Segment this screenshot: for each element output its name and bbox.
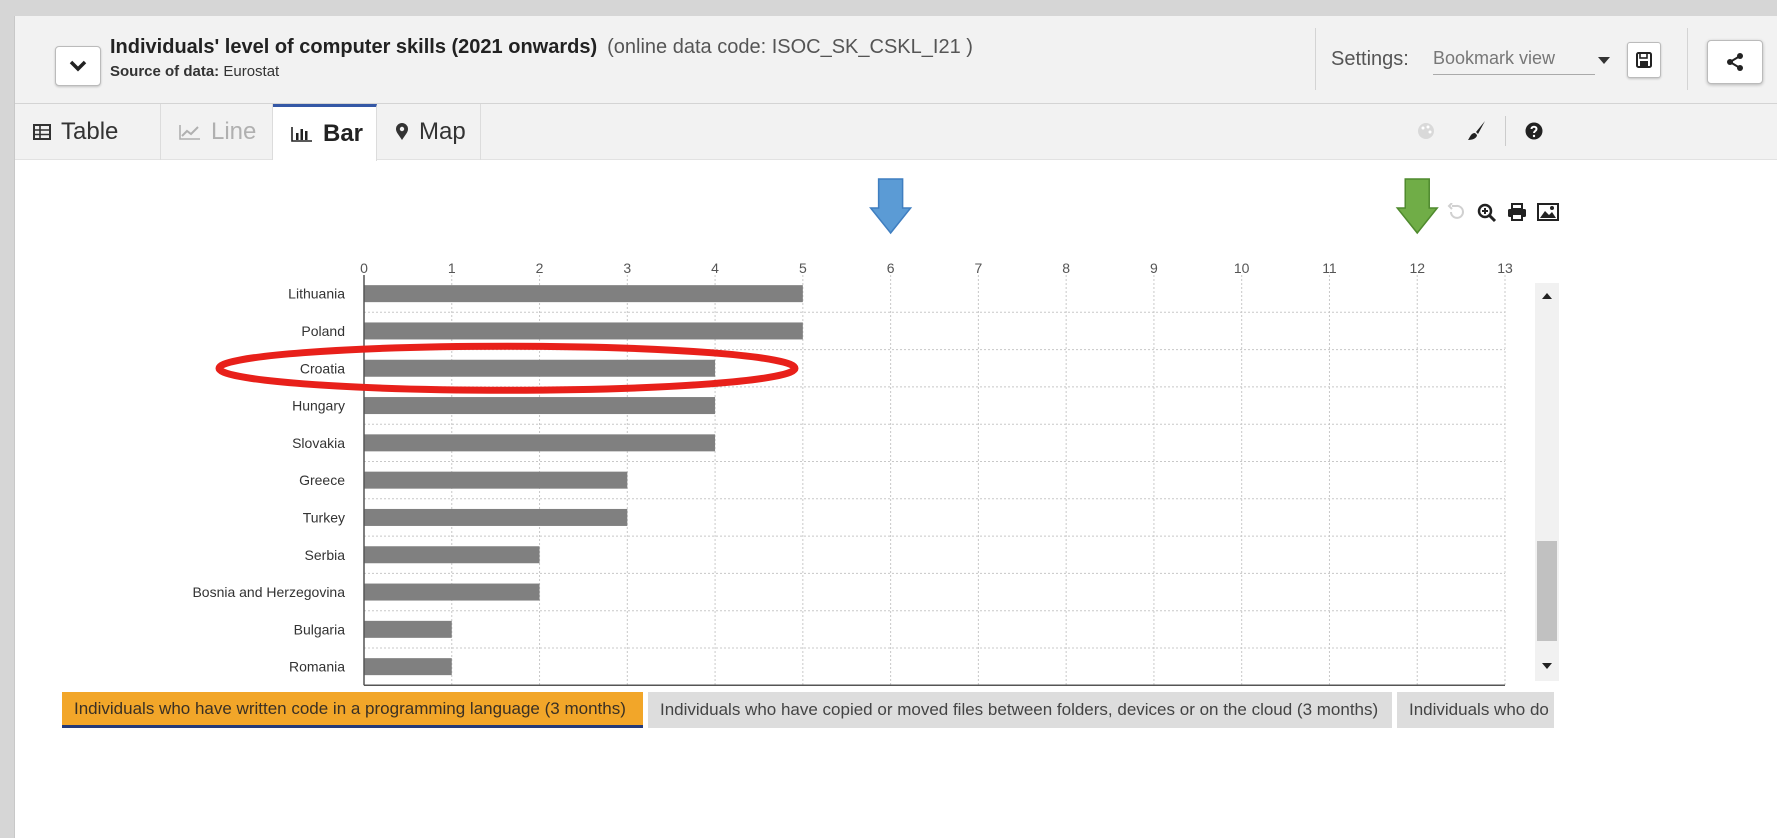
x-tick-label: 4 [711, 260, 719, 276]
tab-bar[interactable]: Bar [273, 104, 377, 161]
dataset-code: (online data code: ISOC_SK_CSKL_I21 ) [607, 36, 973, 58]
scroll-up-arrow[interactable] [1535, 291, 1559, 307]
x-tick-label: 1 [448, 260, 456, 276]
blue-arrow-annotation [869, 178, 913, 235]
bar[interactable] [364, 471, 628, 489]
bar[interactable] [364, 285, 803, 303]
image-download-icon[interactable] [1537, 203, 1559, 226]
x-tick-label: 11 [1322, 260, 1337, 276]
tab-label: Bar [323, 120, 364, 147]
x-tick-label: 3 [623, 260, 631, 276]
tab-label: Line [211, 118, 257, 145]
x-tick-label: 13 [1497, 260, 1513, 276]
series-tab-copied-files[interactable]: Individuals who have copied or moved fil… [648, 692, 1392, 728]
dataset-title-line: Individuals' level of computer skills (2… [110, 36, 973, 59]
bar[interactable] [364, 620, 452, 638]
category-label: Lithuania [288, 286, 345, 302]
dataset-header: Individuals' level of computer skills (2… [15, 16, 1777, 104]
collapse-button[interactable] [55, 46, 101, 86]
x-tick-label: 7 [974, 260, 982, 276]
series-tabs: Individuals who have written code in a p… [15, 692, 1777, 738]
category-label: Bulgaria [294, 621, 346, 637]
bar[interactable] [364, 658, 452, 676]
line-chart-icon [179, 124, 201, 140]
tab-table[interactable]: Table [15, 104, 161, 160]
chart-scrollbar[interactable] [1535, 283, 1559, 681]
series-tab-written-code[interactable]: Individuals who have written code in a p… [62, 692, 643, 728]
bar[interactable] [364, 322, 803, 340]
category-label: Slovakia [292, 435, 345, 451]
green-arrow-annotation [1395, 178, 1439, 235]
dataset-title: Individuals' level of computer skills (2… [110, 36, 598, 58]
category-label: Poland [301, 323, 345, 339]
x-tick-label: 12 [1409, 260, 1425, 276]
category-label: Serbia [305, 547, 346, 563]
bar[interactable] [364, 508, 628, 526]
tab-map[interactable]: Map [377, 104, 481, 160]
x-tick-label: 2 [536, 260, 544, 276]
bar[interactable] [364, 583, 540, 601]
dataset-panel: Individuals' level of computer skills (2… [14, 16, 1777, 838]
source-value: Eurostat [223, 63, 280, 80]
chart-area: 0 1 2 3 4 5 6 7 8 9 10 11 12 13 Lithuania Poland Croatia… [15, 161, 1777, 691]
category-label: Hungary [292, 398, 345, 414]
map-marker-icon [395, 123, 409, 141]
divider [1315, 28, 1316, 90]
category-label: Turkey [303, 509, 345, 525]
x-tick-label: 6 [887, 260, 895, 276]
category-label: Bosnia and Herzegovina [192, 584, 345, 600]
bar-chart: 0 1 2 3 4 5 6 7 8 9 10 11 12 13LithuaniaPolandCroatia… [192, 178, 1513, 687]
bar[interactable] [364, 359, 716, 377]
bar-chart-icon [291, 126, 313, 142]
x-tick-label: 10 [1234, 260, 1250, 276]
scrollbar-thumb[interactable] [1537, 541, 1557, 641]
bar[interactable] [364, 397, 716, 415]
print-icon[interactable] [1507, 203, 1527, 226]
table-icon [33, 124, 51, 140]
view-tabs: Table Line Bar Map [15, 104, 1777, 161]
source-label: Source of data: [110, 63, 220, 80]
tab-line[interactable]: Line [161, 104, 273, 160]
x-tick-label: 5 [799, 260, 807, 276]
help-icon[interactable] [1525, 122, 1543, 145]
tab-label: Map [419, 118, 466, 145]
x-tick-label: 8 [1062, 260, 1070, 276]
scroll-down-arrow[interactable] [1535, 661, 1559, 677]
data-source: Source of data: Eurostat [110, 63, 279, 80]
share-button[interactable] [1707, 40, 1763, 84]
undo-icon[interactable] [1447, 202, 1465, 226]
chevron-down-icon [69, 60, 87, 72]
category-label: Romania [289, 659, 345, 675]
save-bookmark-button[interactable] [1627, 42, 1661, 78]
share-icon [1727, 53, 1743, 71]
divider [1687, 28, 1688, 90]
series-tab-next[interactable]: Individuals who do [1397, 692, 1554, 728]
settings-label: Settings: [1331, 48, 1409, 70]
bar[interactable] [364, 546, 540, 564]
divider [1505, 116, 1506, 146]
palette-icon[interactable] [1417, 122, 1435, 145]
x-tick-label: 9 [1150, 260, 1158, 276]
tab-label: Table [61, 118, 119, 145]
zoom-in-icon[interactable] [1477, 203, 1497, 228]
x-tick-label: 0 [360, 260, 368, 276]
paint-brush-icon[interactable] [1467, 120, 1487, 147]
caret-down-icon[interactable] [1598, 57, 1610, 64]
category-label: Greece [299, 472, 345, 488]
category-label: Croatia [300, 360, 345, 376]
settings-dropdown[interactable]: Bookmark view [1433, 48, 1595, 75]
floppy-disk-icon [1636, 52, 1652, 68]
bar[interactable] [364, 434, 716, 452]
